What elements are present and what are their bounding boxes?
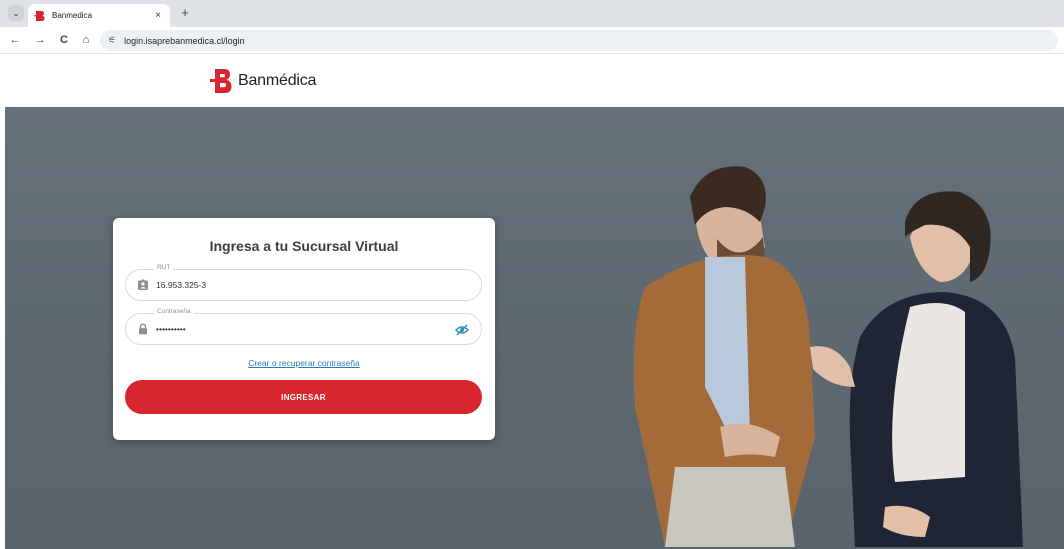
- login-submit-button[interactable]: INGRESAR: [125, 380, 482, 414]
- browser-tab[interactable]: Banmedica ×: [28, 4, 170, 27]
- id-card-icon: [138, 279, 148, 290]
- woman-figure: [810, 191, 1023, 547]
- home-icon[interactable]: ⌂: [79, 33, 93, 47]
- rut-input[interactable]: [156, 280, 436, 290]
- browser-address-bar: ← → C ⌂ ⚟ login.isaprebanmedica.cl/login: [0, 27, 1064, 54]
- brand-logo[interactable]: Banmédica: [210, 68, 316, 94]
- close-icon[interactable]: ×: [152, 10, 164, 21]
- login-card: Ingresa a tu Sucursal Virtual RUT Contra…: [113, 218, 495, 440]
- forward-icon[interactable]: →: [33, 33, 47, 47]
- omnibox[interactable]: ⚟ login.isaprebanmedica.cl/login: [100, 30, 1058, 51]
- chevron-down-icon: ⌄: [12, 7, 20, 18]
- login-title: Ingresa a tu Sucursal Virtual: [209, 238, 399, 254]
- rut-field[interactable]: RUT: [125, 264, 482, 301]
- tab-title: Banmedica: [52, 11, 93, 20]
- password-input[interactable]: ••••••••••: [156, 324, 436, 334]
- eye-off-icon[interactable]: [455, 323, 469, 337]
- browser-tab-bar: ⌄ Banmedica × +: [0, 0, 1064, 27]
- rut-label: RUT: [154, 264, 174, 271]
- banmedica-logo-icon: [210, 69, 232, 93]
- tab-list-button[interactable]: ⌄: [8, 5, 24, 21]
- recover-password-link[interactable]: Crear o recuperar contraseña: [113, 358, 495, 368]
- back-icon[interactable]: ←: [8, 33, 22, 47]
- man-figure: [633, 166, 815, 547]
- password-label: Contraseña: [154, 308, 194, 315]
- new-tab-button[interactable]: +: [178, 5, 192, 21]
- reload-icon[interactable]: C: [57, 33, 71, 47]
- site-info-icon[interactable]: ⚟: [108, 35, 116, 46]
- url-text[interactable]: login.isaprebanmedica.cl/login: [124, 36, 245, 46]
- banmedica-favicon-icon: [34, 10, 45, 21]
- lock-icon: [139, 323, 147, 335]
- password-field[interactable]: Contraseña ••••••••••: [125, 308, 482, 345]
- site-header: Banmédica: [0, 55, 1064, 107]
- brand-name: Banmédica: [238, 72, 317, 89]
